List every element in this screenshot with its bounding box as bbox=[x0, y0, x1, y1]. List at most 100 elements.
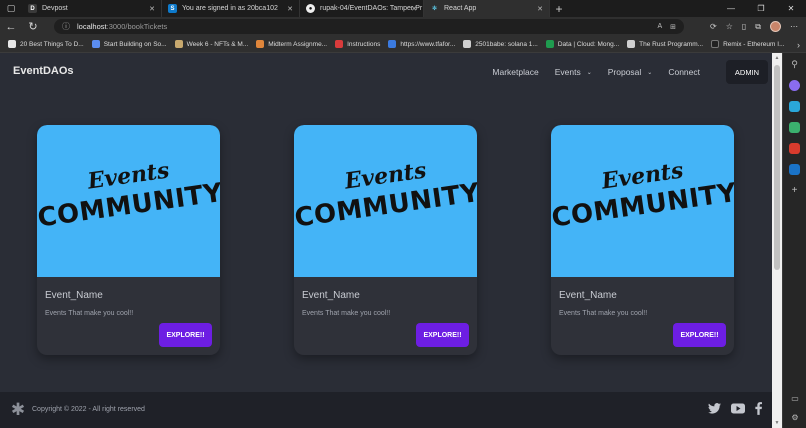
bookmark-item[interactable]: 2501babe: solana 1... bbox=[459, 36, 542, 53]
nav-events[interactable]: Events ⌄ bbox=[555, 67, 592, 77]
bookmark-favicon-icon bbox=[335, 40, 344, 48]
read-aloud-icon[interactable]: A bbox=[657, 23, 662, 30]
bookmark-item[interactable]: Week 6 - NFTs & M... bbox=[171, 36, 253, 53]
event-image: Events COMMUNITY bbox=[294, 125, 477, 277]
tab-actions-icon[interactable]: ▢ bbox=[0, 0, 22, 17]
card-title: Event_Name bbox=[559, 290, 617, 301]
youtube-icon[interactable] bbox=[731, 403, 745, 418]
nav-marketplace[interactable]: Marketplace bbox=[492, 67, 538, 77]
bookmark-favicon-icon bbox=[91, 40, 100, 48]
tab-devpost[interactable]: D Devpost ✕ bbox=[22, 0, 162, 17]
bookmark-favicon-icon bbox=[256, 40, 265, 48]
web-page: EventDAOs Marketplace Events ⌄ Proposal ⌄ … bbox=[0, 53, 772, 428]
page-footer: ✱ Copyright © 2022 - All right reserved bbox=[0, 392, 772, 428]
settings-icon[interactable]: ⚙ bbox=[791, 413, 798, 422]
address-bar[interactable]: ⓘ localhost:3000/bookTickets A ⊞ bbox=[54, 19, 684, 34]
tab-signed-in[interactable]: S You are signed in as 20bca102 ✕ bbox=[162, 0, 300, 17]
favorites-icon[interactable]: ☆ bbox=[726, 22, 733, 31]
app-available-icon[interactable]: ⊞ bbox=[670, 23, 676, 31]
copilot-icon[interactable] bbox=[789, 80, 800, 91]
close-window-icon[interactable]: ✕ bbox=[776, 0, 806, 17]
explore-button[interactable]: EXPLORE!! bbox=[673, 323, 726, 347]
shopping-icon[interactable] bbox=[789, 101, 800, 112]
add-icon[interactable]: + bbox=[792, 185, 798, 196]
info-icon[interactable]: ⓘ bbox=[62, 21, 70, 32]
tools-icon[interactable] bbox=[789, 122, 800, 133]
tab-react-app[interactable]: ✻ React App ✕ bbox=[424, 0, 550, 17]
close-tab-icon[interactable]: ✕ bbox=[149, 5, 155, 13]
back-icon[interactable]: ← bbox=[0, 17, 22, 36]
chevron-down-icon: ⌄ bbox=[586, 69, 592, 76]
tab-github[interactable]: ● rupak-04/EventDAOs: Tamper Pr ✕ bbox=[300, 0, 424, 17]
bookmark-item[interactable]: https://www.tfafor... bbox=[384, 36, 459, 53]
scroll-thumb[interactable] bbox=[774, 65, 780, 270]
scroll-down-icon[interactable]: ▼ bbox=[772, 418, 782, 428]
card-description: Events That make you cool!! bbox=[559, 310, 648, 317]
facebook-icon[interactable] bbox=[755, 402, 762, 419]
bookmark-item[interactable]: Data | Cloud: Mong... bbox=[542, 36, 623, 53]
react-icon: ✻ bbox=[431, 6, 438, 12]
bookmark-item[interactable]: Start Building on So... bbox=[88, 36, 171, 53]
card-title: Event_Name bbox=[302, 290, 360, 301]
minimize-icon[interactable]: — bbox=[716, 0, 746, 17]
nav-proposal[interactable]: Proposal ⌄ bbox=[608, 67, 653, 77]
bookmarks-bar: 20 Best Things To D... Start Building on… bbox=[0, 36, 806, 53]
bookmark-favicon-icon bbox=[8, 40, 16, 48]
bookmark-item[interactable]: Midterm Assignme... bbox=[252, 36, 331, 53]
bookmark-favicon-icon bbox=[627, 40, 636, 48]
event-image: Events COMMUNITY bbox=[551, 125, 734, 277]
search-icon[interactable]: ⚲ bbox=[791, 59, 798, 70]
outlook-icon[interactable] bbox=[789, 164, 800, 175]
explore-button[interactable]: EXPLORE!! bbox=[159, 323, 212, 347]
more-icon[interactable]: ⋯ bbox=[790, 22, 798, 31]
bookmark-favicon-icon bbox=[711, 40, 720, 48]
bookmark-item[interactable]: Remix - Ethereum I... bbox=[707, 36, 788, 53]
url-host: localhost bbox=[77, 22, 107, 31]
brand-logo[interactable]: EventDAOs bbox=[13, 65, 74, 77]
devpost-icon: D bbox=[28, 4, 37, 13]
event-card: Events COMMUNITY Event_Name Events That … bbox=[294, 125, 477, 355]
address-toolbar: ← ↻ ⓘ localhost:3000/bookTickets A ⊞ ⟳ ☆… bbox=[0, 17, 806, 36]
bookmark-favicon-icon bbox=[463, 40, 472, 48]
event-card: Events COMMUNITY Event_Name Events That … bbox=[551, 125, 734, 355]
close-tab-icon[interactable]: ✕ bbox=[537, 5, 543, 13]
s-logo-icon: S bbox=[168, 4, 177, 13]
copyright-text: Copyright © 2022 - All right reserved bbox=[32, 406, 145, 413]
twitter-icon[interactable] bbox=[708, 403, 721, 418]
bookmark-favicon-icon bbox=[388, 40, 397, 48]
scroll-up-icon[interactable]: ▲ bbox=[772, 53, 782, 63]
bookmark-favicon-icon bbox=[545, 40, 554, 48]
new-tab-button[interactable]: + bbox=[550, 0, 568, 17]
bookmark-item[interactable]: 20 Best Things To D... bbox=[4, 36, 88, 53]
nav-connect[interactable]: Connect bbox=[668, 67, 700, 77]
chevron-down-icon: ⌄ bbox=[647, 69, 653, 76]
close-tab-icon[interactable]: ✕ bbox=[411, 5, 417, 13]
event-image: Events COMMUNITY bbox=[37, 125, 220, 277]
restore-icon[interactable]: ❐ bbox=[746, 0, 776, 17]
url-path: :3000/bookTickets bbox=[106, 22, 168, 31]
page-scrollbar[interactable]: ▲ ▼ bbox=[772, 53, 782, 428]
card-title: Event_Name bbox=[45, 290, 103, 301]
card-description: Events That make you cool!! bbox=[302, 310, 391, 317]
profile-avatar[interactable] bbox=[770, 21, 781, 32]
card-description: Events That make you cool!! bbox=[45, 310, 134, 317]
app-navbar: EventDAOs Marketplace Events ⌄ Proposal ⌄ … bbox=[0, 53, 772, 91]
gear-logo-icon: ✱ bbox=[10, 400, 26, 419]
bookmark-item[interactable]: The Rust Programm... bbox=[623, 36, 707, 53]
office-icon[interactable] bbox=[789, 143, 800, 154]
sidebar-layout-icon[interactable]: ▭ bbox=[791, 394, 799, 403]
edge-sidebar: ⚲ + ▭ ⚙ bbox=[782, 53, 806, 428]
admin-button[interactable]: ADMIN bbox=[726, 60, 768, 84]
split-icon[interactable]: ▯ bbox=[742, 22, 746, 31]
window-controls: — ❐ ✕ bbox=[716, 0, 806, 17]
explore-button[interactable]: EXPLORE!! bbox=[416, 323, 469, 347]
collections-icon[interactable]: ⧉ bbox=[755, 22, 761, 32]
refresh-icon[interactable]: ↻ bbox=[22, 17, 44, 36]
close-tab-icon[interactable]: ✕ bbox=[287, 5, 293, 13]
extensions-icon[interactable]: ⟳ bbox=[710, 22, 717, 31]
chevron-right-icon[interactable]: › bbox=[797, 36, 800, 53]
github-icon: ● bbox=[306, 4, 315, 13]
bookmark-item[interactable]: Instructions bbox=[331, 36, 384, 53]
browser-tab-bar: ▢ D Devpost ✕ S You are signed in as 20b… bbox=[0, 0, 806, 17]
event-card: Events COMMUNITY Event_Name Events That … bbox=[37, 125, 220, 355]
